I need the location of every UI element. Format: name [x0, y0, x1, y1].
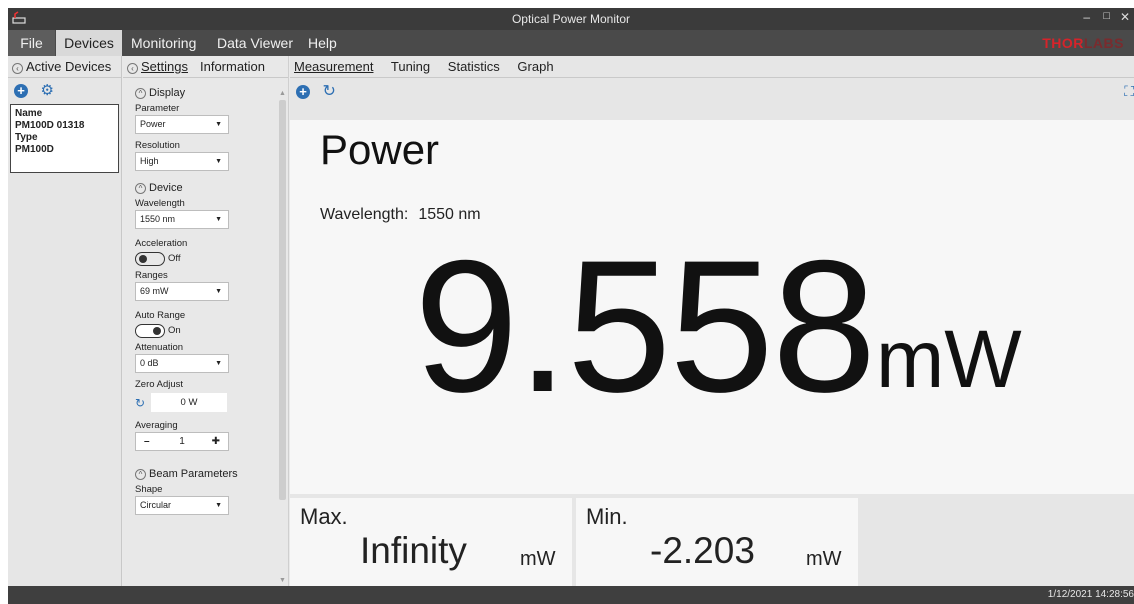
dropdown-arrow-icon: ▼	[215, 216, 222, 223]
dropdown-arrow-icon: ▼	[215, 288, 222, 295]
max-value: Infinity	[360, 530, 467, 571]
min-label: Min.	[586, 504, 628, 529]
collapse-settings-icon[interactable]: ‹	[127, 63, 138, 74]
measurement-toolbar: + ↻ ⛶	[290, 78, 1134, 104]
tab-graph[interactable]: Graph	[517, 59, 553, 74]
max-stat-box: Max. Infinity mW	[290, 498, 572, 590]
menu-bar: File Devices Monitoring Data Viewer Help…	[8, 30, 1134, 56]
zero-adjust-refresh-icon[interactable]: ↻	[135, 396, 151, 410]
averaging-label: Averaging	[135, 420, 178, 431]
add-display-icon[interactable]: +	[296, 85, 310, 99]
min-value: -2.203	[650, 530, 755, 571]
device-name-label: Name	[15, 108, 43, 119]
averaging-stepper[interactable]: – 1 ✚	[135, 432, 229, 451]
close-button[interactable]: ✕	[1120, 10, 1130, 24]
tab-settings[interactable]: Settings	[141, 59, 188, 74]
ranges-label: Ranges	[135, 270, 168, 281]
settings-scrollbar[interactable]: ▲ ▼	[279, 90, 286, 584]
tab-statistics[interactable]: Statistics	[448, 59, 500, 74]
display-section-header[interactable]: ^ Display	[135, 86, 273, 100]
main-tabs: Measurement Tuning Statistics Graph	[290, 56, 1134, 78]
zero-adjust-label: Zero Adjust	[135, 379, 184, 390]
attenuation-label: Attenuation	[135, 342, 184, 353]
menu-file[interactable]: File	[8, 30, 55, 56]
min-unit: mW	[806, 548, 842, 570]
increment-button[interactable]: ✚	[212, 433, 220, 450]
ranges-select[interactable]: 69 mW ▼	[135, 282, 229, 301]
parameter-title: Power	[320, 126, 440, 173]
status-timestamp: 1/12/2021 14:28:56	[1047, 589, 1134, 600]
device-type-label: Type	[15, 132, 38, 143]
wavelength-label: Wavelength:	[320, 206, 409, 223]
power-display: Power Wavelength: 1550 nm 9.558 mW	[290, 120, 1134, 494]
minimize-button[interactable]: –	[1083, 10, 1090, 24]
device-section-header[interactable]: ^ Device	[135, 181, 273, 195]
app-window: Optical Power Monitor – □ ✕ File Devices…	[8, 8, 1134, 604]
power-reading-unit: mW	[876, 314, 1022, 405]
acceleration-state: Off	[168, 253, 181, 265]
power-reading-value: 9.558	[414, 221, 876, 431]
chevron-up-icon: ^	[135, 88, 146, 99]
scroll-thumb[interactable]	[279, 100, 286, 500]
beam-section-header[interactable]: ^ Beam Parameters	[135, 467, 273, 481]
dropdown-arrow-icon: ▼	[215, 360, 222, 367]
tab-measurement[interactable]: Measurement	[294, 59, 373, 74]
refresh-icon[interactable]: ↻	[322, 84, 335, 100]
parameter-label: Parameter	[135, 103, 180, 114]
tab-information[interactable]: Information	[200, 59, 265, 74]
menu-data-viewer[interactable]: Data Viewer	[217, 30, 293, 56]
wavelength-select[interactable]: 1550 nm ▼	[135, 210, 229, 229]
device-type: PM100D	[15, 144, 54, 155]
acceleration-label: Acceleration	[135, 238, 188, 249]
scroll-up-icon[interactable]: ▲	[279, 90, 286, 97]
wavelength-label: Wavelength	[135, 198, 185, 209]
menu-monitoring[interactable]: Monitoring	[131, 30, 196, 56]
dropdown-arrow-icon: ▼	[215, 121, 222, 128]
chevron-up-icon: ^	[135, 469, 146, 480]
active-devices-panel: ‹ Active Devices + ⚙ Name PM100D 01318 Ty…	[8, 56, 122, 586]
fullscreen-icon[interactable]: ⛶	[1124, 83, 1134, 100]
parameter-select[interactable]: Power ▼	[135, 115, 229, 134]
dropdown-arrow-icon: ▼	[215, 502, 222, 509]
status-bar: 1/12/2021 14:28:56	[8, 586, 1134, 604]
attenuation-select[interactable]: 0 dB ▼	[135, 354, 229, 373]
shape-select[interactable]: Circular ▼	[135, 496, 229, 515]
collapse-left-icon[interactable]: ‹	[12, 63, 23, 74]
chevron-up-icon: ^	[135, 183, 146, 194]
zero-adjust-value: 0 W	[151, 393, 227, 412]
auto-range-state: On	[168, 325, 181, 337]
settings-scroll-area: ^ Display Parameter Power ▼ Resolution Hig…	[123, 78, 273, 586]
shape-label: Shape	[135, 484, 163, 495]
brand-logo: THORLABS	[1042, 35, 1124, 51]
tab-tuning[interactable]: Tuning	[391, 59, 430, 74]
min-stat-box: Min. -2.203 mW	[576, 498, 858, 590]
gears-icon[interactable]: ⚙	[40, 83, 53, 98]
max-label: Max.	[300, 504, 348, 529]
auto-range-label: Auto Range	[135, 310, 186, 321]
dropdown-arrow-icon: ▼	[215, 158, 222, 165]
scroll-down-icon[interactable]: ▼	[279, 577, 286, 584]
acceleration-toggle[interactable]	[135, 251, 165, 266]
active-devices-header[interactable]: ‹ Active Devices	[8, 56, 121, 78]
menu-help[interactable]: Help	[308, 30, 337, 56]
add-device-icon[interactable]: +	[14, 84, 28, 98]
title-bar: Optical Power Monitor – □ ✕	[8, 8, 1134, 30]
window-title: Optical Power Monitor	[511, 12, 631, 26]
auto-range-toggle[interactable]	[135, 323, 165, 338]
settings-panel: ‹ Settings Information ^ Display Parameter …	[123, 56, 289, 586]
resolution-select[interactable]: High ▼	[135, 152, 229, 171]
device-name: PM100D 01318	[15, 120, 85, 131]
device-toolbar: + ⚙	[8, 78, 121, 102]
device-card[interactable]: Name PM100D 01318 Type PM100D	[10, 104, 119, 173]
max-unit: mW	[520, 548, 556, 570]
measurement-area: Measurement Tuning Statistics Graph + ↻ …	[290, 56, 1134, 590]
menu-devices[interactable]: Devices	[56, 30, 122, 56]
resolution-label: Resolution	[135, 140, 180, 151]
maximize-button[interactable]: □	[1103, 10, 1110, 22]
settings-tabs: ‹ Settings Information	[123, 56, 288, 78]
